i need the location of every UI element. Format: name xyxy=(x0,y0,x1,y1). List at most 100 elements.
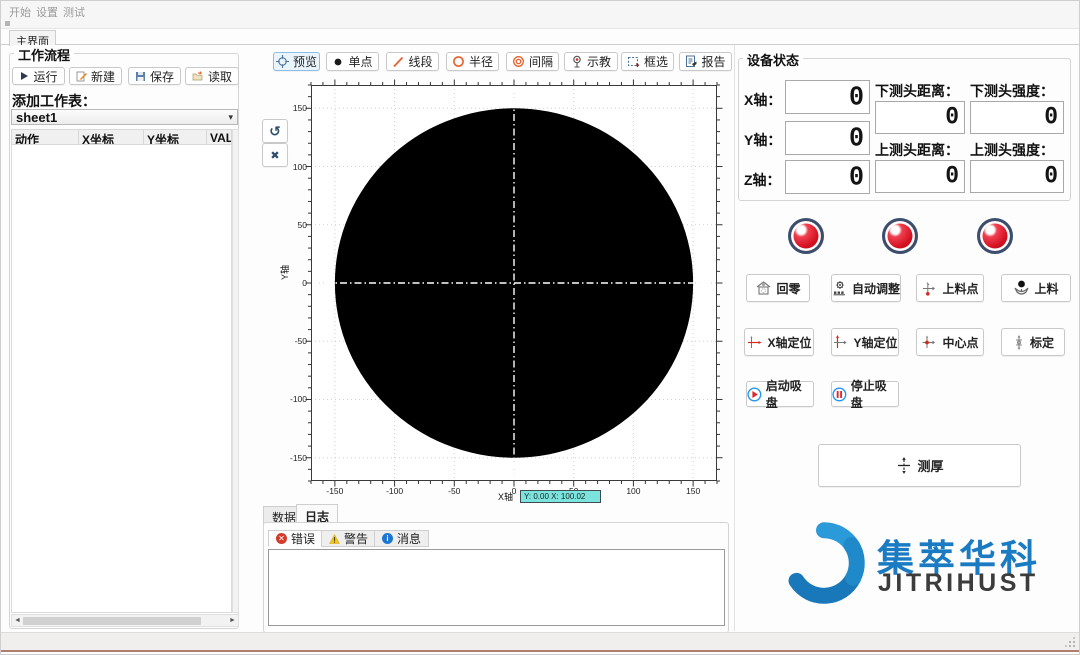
y-position-label: Y轴定位 xyxy=(853,334,897,351)
tab-messages-label: 消息 xyxy=(397,530,421,547)
load-point-label: 上料点 xyxy=(942,280,978,297)
save-button[interactable]: 保存 xyxy=(128,67,181,85)
y-axis-label: Y轴 xyxy=(278,265,291,280)
circle-icon xyxy=(452,55,465,68)
start-suction-icon xyxy=(747,387,762,402)
line-segment-label: 线段 xyxy=(408,53,432,70)
single-point-label: 单点 xyxy=(348,53,372,70)
calibrate-button[interactable]: 标定 xyxy=(1001,328,1065,356)
tab-warnings[interactable]: 警告 xyxy=(321,530,376,547)
load-point-button[interactable]: 上料点 xyxy=(916,274,984,302)
resize-grip[interactable] xyxy=(1065,637,1075,647)
upper-probe-strength-label: 上测头强度： xyxy=(970,140,1054,160)
wafer-plot-canvas[interactable] xyxy=(311,85,717,481)
cursor-readout: Y: 0.00 X: 100.02 xyxy=(520,490,601,503)
concentric-circles-icon xyxy=(512,55,525,68)
y-tick-label: 150 xyxy=(273,103,307,113)
workflow-panel-title: 工作流程 xyxy=(14,45,74,64)
log-groupbox: ✕ 错误 警告 i 消息 xyxy=(263,522,729,633)
info-icon: i xyxy=(382,533,393,544)
table-vertical-scrollbar[interactable] xyxy=(232,129,239,613)
chevron-down-icon: ▾ xyxy=(228,112,233,123)
center-point-button[interactable]: 中心点 xyxy=(916,328,984,356)
tab-errors-label: 错误 xyxy=(291,530,315,547)
upper-probe-strength-value: 0 xyxy=(1044,164,1058,189)
load-button[interactable]: 读取 xyxy=(185,67,239,85)
tab-main-view[interactable]: 主界面 xyxy=(9,30,56,46)
radius-button[interactable]: 半径 xyxy=(446,52,499,71)
run-button[interactable]: 运行 xyxy=(12,67,65,85)
clear-icon: ✖ xyxy=(270,149,279,162)
box-select-button[interactable]: 框选 xyxy=(621,52,674,71)
gripper-icon xyxy=(1013,280,1030,296)
z-axis-value: 0 xyxy=(849,164,864,191)
preview-crosshair-icon xyxy=(276,55,289,68)
add-sheet-label: 添加工作表： xyxy=(12,91,96,111)
report-button[interactable]: 报告 xyxy=(679,52,732,71)
measure-thickness-button[interactable]: 测厚 xyxy=(818,444,1021,487)
z-axis-field-label: Z轴： xyxy=(744,170,781,190)
center-point-label: 中心点 xyxy=(942,334,978,351)
x-position-button[interactable]: X轴定位 xyxy=(744,328,814,356)
wafer-plot[interactable]: -150-100-50050100150-150-100-50050100150 xyxy=(311,85,717,481)
report-doc-icon xyxy=(685,55,697,68)
col-header-y[interactable]: Y坐标 xyxy=(144,129,207,145)
lower-probe-distance-label: 下测头距离： xyxy=(875,81,959,101)
toolstrip-icon[interactable] xyxy=(5,21,10,26)
device-status-title: 设备状态 xyxy=(743,50,803,69)
x-tick-label: -150 xyxy=(320,486,350,496)
teach-button[interactable]: 示教 xyxy=(564,52,618,71)
workflow-panel: 工作流程 运行 新建 保存 读取 添加工作表： sheet1 ▾ 动作 X坐标 … xyxy=(9,53,239,629)
start-suction-button[interactable]: 启动吸盘 xyxy=(746,381,814,407)
z-axis-value-field: 0 xyxy=(785,160,870,194)
log-text-area[interactable] xyxy=(268,549,725,626)
status-lamp-1 xyxy=(788,218,824,254)
y-position-button[interactable]: Y轴定位 xyxy=(831,328,899,356)
y-tick-label: 50 xyxy=(273,220,307,230)
tab-messages[interactable]: i 消息 xyxy=(374,530,429,547)
line-segment-button[interactable]: 线段 xyxy=(386,52,439,71)
lower-probe-distance-value: 0 xyxy=(945,105,959,130)
home-button[interactable]: 回零 xyxy=(746,274,810,302)
scrollbar-thumb[interactable] xyxy=(23,617,201,625)
col-header-val[interactable]: VAL xyxy=(207,129,232,145)
single-point-button[interactable]: 单点 xyxy=(326,52,379,71)
new-button[interactable]: 新建 xyxy=(69,67,122,85)
calibrate-icon xyxy=(1012,334,1026,351)
stop-suction-button[interactable]: 停止吸盘 xyxy=(831,381,899,407)
load-button[interactable]: 上料 xyxy=(1001,274,1071,302)
worksheet-table-body[interactable] xyxy=(11,145,232,613)
y-axis-field-label: Y轴： xyxy=(744,130,781,150)
col-header-x[interactable]: X坐标 xyxy=(79,129,144,145)
scroll-right-icon[interactable]: ► xyxy=(227,617,238,624)
upper-probe-distance-label: 上测头距离： xyxy=(875,140,959,160)
run-button-label: 运行 xyxy=(33,68,57,85)
reset-view-button[interactable]: ↺ xyxy=(262,119,288,143)
upper-probe-strength-field: 0 xyxy=(970,160,1064,193)
interval-button[interactable]: 间隔 xyxy=(506,52,559,71)
thickness-icon xyxy=(895,456,913,475)
teach-pin-icon xyxy=(571,55,583,68)
x-axis-value: 0 xyxy=(849,84,864,111)
sheet-select[interactable]: sheet1 ▾ xyxy=(11,109,238,125)
auto-adjust-button[interactable]: 自动调整 xyxy=(831,274,901,302)
x-axis-field-label: X轴： xyxy=(744,90,781,110)
sheet-select-value: sheet1 xyxy=(16,110,57,125)
tab-warnings-label: 警告 xyxy=(344,530,368,547)
warning-icon xyxy=(329,534,340,544)
x-axis-value-field: 0 xyxy=(785,80,870,114)
col-header-action[interactable]: 动作 xyxy=(11,129,79,145)
auto-adjust-label: 自动调整 xyxy=(852,280,900,297)
table-horizontal-scrollbar[interactable]: ◄ ► xyxy=(11,614,239,627)
calibrate-label: 标定 xyxy=(1030,334,1054,351)
scroll-left-icon[interactable]: ◄ xyxy=(12,617,23,624)
tab-errors[interactable]: ✕ 错误 xyxy=(268,530,323,547)
top-toolstrip xyxy=(1,18,1079,29)
x-position-icon xyxy=(746,334,763,351)
marquee-icon xyxy=(627,55,640,68)
gear-platform-icon xyxy=(832,280,848,296)
x-position-label: X轴定位 xyxy=(767,334,811,351)
preview-button[interactable]: 预览 xyxy=(273,52,320,71)
x-tick-label: -50 xyxy=(439,486,469,496)
y-tick-label: 100 xyxy=(273,162,307,172)
